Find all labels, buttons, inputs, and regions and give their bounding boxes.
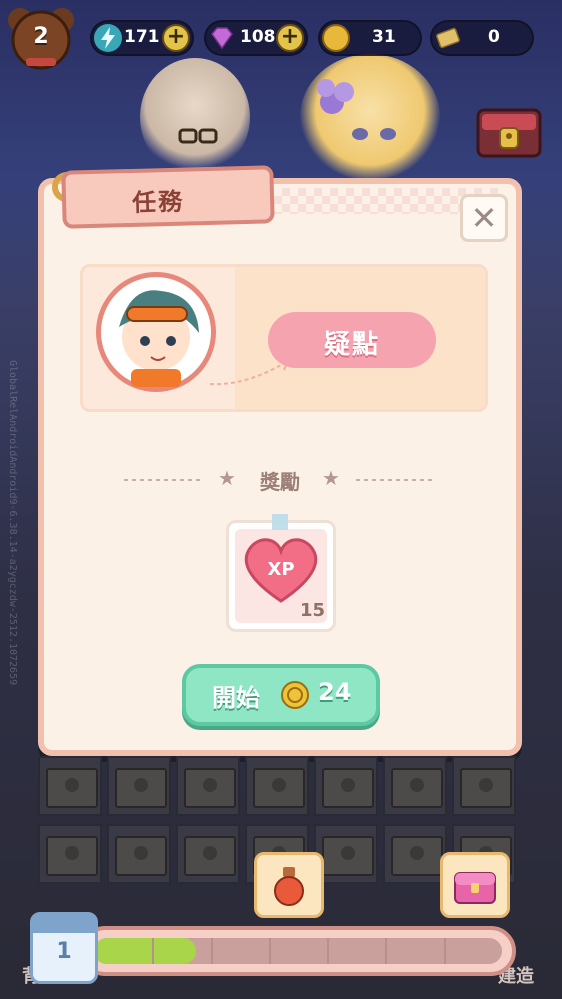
board-cell[interactable] xyxy=(245,756,309,816)
paw-print-icon xyxy=(479,778,493,792)
coin-icon xyxy=(281,681,309,709)
pink-chest-icon xyxy=(454,872,496,904)
npc-portrait-left[interactable] xyxy=(140,58,250,176)
rewards-header: ★ 獎勵 ★ xyxy=(100,466,460,494)
paw-print-icon xyxy=(203,846,217,860)
paw-print-icon xyxy=(203,778,217,792)
flower-character-icon xyxy=(317,79,396,140)
cardboard-box-icon xyxy=(391,836,443,876)
coin-counter[interactable]: 31 xyxy=(318,20,422,56)
cardboard-box-icon xyxy=(322,768,374,808)
ticket-value: 0 xyxy=(488,27,500,47)
board-cell[interactable] xyxy=(314,756,378,816)
cardboard-box-icon xyxy=(115,768,167,808)
star-icon: ★ xyxy=(218,466,236,490)
daily-progress-bar xyxy=(80,926,516,976)
player-level-badge[interactable]: 2 xyxy=(6,6,76,70)
progress-segment-divider xyxy=(152,938,155,964)
close-icon: ✕ xyxy=(470,199,498,237)
gem-icon xyxy=(208,24,236,52)
progress-segment-divider xyxy=(385,938,388,964)
build-version-text: GlobalRelAndroidAndroid9-6.38.14-a2ygczd… xyxy=(7,360,18,686)
glasses-character-icon xyxy=(178,128,218,144)
cardboard-box-icon xyxy=(46,836,98,876)
goggles-boy-character-icon xyxy=(119,290,199,387)
reward-quantity: 15 xyxy=(299,600,325,621)
paw-print-icon xyxy=(65,778,79,792)
ticket-counter[interactable]: 0 xyxy=(430,20,534,56)
ticket-icon xyxy=(434,24,462,52)
milestone-reward-potion[interactable] xyxy=(254,852,324,918)
start-quest-button[interactable]: 開始 24 xyxy=(182,664,380,726)
rewards-label: 獎勵 xyxy=(260,470,300,494)
board-cell[interactable] xyxy=(383,756,447,816)
gem-counter[interactable]: 108 + xyxy=(204,20,308,56)
board-cell[interactable] xyxy=(38,756,102,816)
cardboard-box-icon xyxy=(184,836,236,876)
locked-chest-icon xyxy=(476,108,542,158)
potion-bottle-icon xyxy=(274,867,304,906)
cardboard-box-icon xyxy=(184,768,236,808)
quest-name-bubble: 疑點 xyxy=(268,312,436,368)
progress-segment-divider xyxy=(443,938,446,964)
energy-counter[interactable]: 171 + xyxy=(90,20,194,56)
npc-portrait-right[interactable] xyxy=(300,54,440,180)
modal-title: 任務 xyxy=(131,187,185,217)
board-cell[interactable] xyxy=(38,824,102,884)
energy-value: 171 xyxy=(124,27,160,47)
close-button[interactable]: ✕ xyxy=(460,194,508,242)
add-gems-button[interactable]: + xyxy=(276,24,304,52)
paw-print-icon xyxy=(134,846,148,860)
xp-heart-icon: XP xyxy=(244,538,318,603)
modal-title-tab: 任務 xyxy=(61,165,275,229)
lightning-icon xyxy=(94,24,122,52)
paw-print-icon xyxy=(272,778,286,792)
paw-print-icon xyxy=(134,778,148,792)
board-cell[interactable] xyxy=(452,756,516,816)
paw-print-icon xyxy=(410,846,424,860)
star-icon: ★ xyxy=(322,466,340,490)
paw-print-icon xyxy=(341,846,355,860)
rewards-divider-right xyxy=(356,479,436,481)
quest-name: 疑點 xyxy=(323,330,380,360)
cardboard-box-icon xyxy=(322,836,374,876)
board-cell[interactable] xyxy=(176,824,240,884)
gem-value: 108 xyxy=(240,27,276,47)
rewards-divider-left xyxy=(124,479,204,481)
cardboard-box-icon xyxy=(253,768,305,808)
progress-segment-divider xyxy=(327,938,330,964)
board-cell[interactable] xyxy=(107,824,171,884)
calendar-icon xyxy=(33,915,95,933)
quest-character-avatar xyxy=(96,272,216,392)
start-button-label: 開始 xyxy=(212,684,260,712)
progress-fill xyxy=(94,938,196,964)
xp-label: XP xyxy=(267,559,294,580)
paw-print-icon xyxy=(65,846,79,860)
cardboard-box-icon xyxy=(115,836,167,876)
milestone-reward-chest[interactable] xyxy=(440,852,510,918)
cardboard-box-icon xyxy=(46,768,98,808)
shop-chest-button[interactable] xyxy=(472,92,546,162)
paw-print-icon xyxy=(410,778,424,792)
board-cell[interactable] xyxy=(383,824,447,884)
progress-segment-divider xyxy=(210,938,213,964)
tape-decoration xyxy=(272,514,288,530)
cardboard-box-icon xyxy=(460,768,512,808)
board-cell[interactable] xyxy=(107,756,171,816)
board-cell[interactable] xyxy=(176,756,240,816)
coin-icon xyxy=(322,24,350,52)
add-energy-button[interactable]: + xyxy=(162,24,190,52)
progress-segment-divider xyxy=(268,938,271,964)
paw-print-icon xyxy=(341,778,355,792)
coin-value: 31 xyxy=(372,27,396,47)
progress-track xyxy=(94,938,502,964)
player-level-number: 2 xyxy=(33,24,49,49)
start-button-cost: 24 xyxy=(318,678,352,706)
calendar-day-number: 1 xyxy=(56,939,72,964)
cardboard-box-icon xyxy=(391,768,443,808)
calendar-day-button[interactable]: 1 xyxy=(30,912,98,984)
reward-item-xp[interactable]: XP 15 xyxy=(226,520,336,632)
